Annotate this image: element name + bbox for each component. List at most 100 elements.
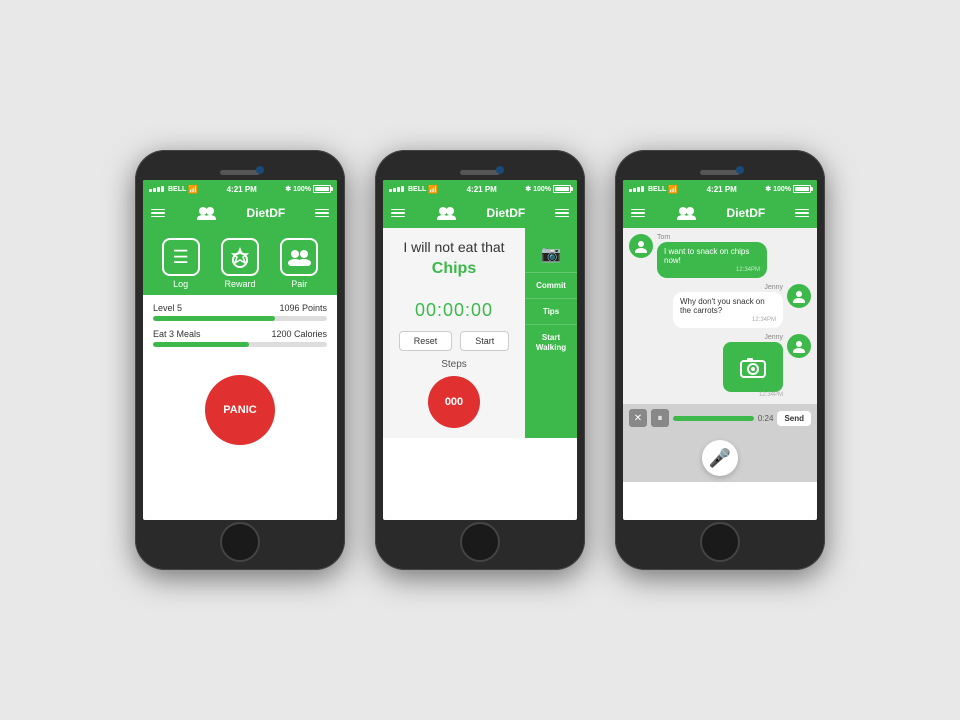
people-icon [675, 206, 697, 220]
battery-icon [793, 185, 811, 193]
panic-button[interactable]: PANIC [205, 375, 275, 445]
tom-message: I want to snack on chips now! [664, 247, 749, 265]
phone-2-nav-bar: DietDF [383, 198, 577, 228]
status-right: ✱ 100% [285, 185, 331, 193]
battery-icon [313, 185, 331, 193]
pair-icon-box [280, 238, 318, 276]
app-title: DietDF [727, 206, 766, 220]
people-icon [195, 206, 217, 220]
hamburger-menu-icon[interactable] [151, 209, 165, 218]
phone-3-screen: BELL 📶 4:21 PM ✱ 100% [623, 180, 817, 520]
hamburger-menu-icon[interactable] [631, 209, 645, 218]
bluetooth-icon: ✱ [525, 185, 531, 193]
stat-meals-label: Eat 3 Meals [153, 329, 201, 339]
stat-calories-label: 1200 Calories [271, 329, 327, 339]
app-title: DietDF [487, 206, 526, 220]
hamburger-menu-right-icon[interactable] [555, 209, 569, 218]
people-icon [435, 206, 457, 220]
reset-button[interactable]: Reset [399, 331, 453, 351]
jenny-avatar-2 [787, 334, 811, 358]
phone-2-main: I will not eat that Chips 00:00:00 Reset… [383, 228, 525, 438]
wifi-icon: 📶 [428, 185, 438, 194]
tom-avatar [629, 234, 653, 258]
chat-recording-time: 0:24 [758, 414, 774, 423]
reward-icon-box [221, 238, 259, 276]
chat-msg-jenny-2: Jenny 12:34PM [629, 334, 811, 398]
log-icon: ☰ [173, 247, 189, 268]
phone-2-sidebar: 📷 Commit Tips StartWalking [525, 228, 577, 438]
phone-1-nav-bar: DietDF [143, 198, 337, 228]
chat-pause-button[interactable]: ⏸ [651, 409, 669, 427]
log-icon-item[interactable]: ☰ Log [162, 238, 200, 289]
phone-2-status-bar: BELL 📶 4:21 PM ✱ 100% [383, 180, 577, 198]
stat-row-meals: Eat 3 Meals 1200 Calories [153, 329, 327, 347]
hamburger-menu-right-icon[interactable] [315, 209, 329, 218]
timer-display: 00:00:00 [415, 300, 493, 321]
stats-section: Level 5 1096 Points Eat 3 Meals 1200 Cal… [143, 295, 337, 463]
status-time: 4:21 PM [467, 185, 497, 194]
phone-1-status-bar: BELL 📶 4:21 PM ✱ 100% [143, 180, 337, 198]
food-item-text: Chips [432, 260, 476, 278]
reward-label: Reward [224, 279, 255, 289]
phone-3-camera [736, 166, 744, 174]
jenny-name-2: Jenny [723, 334, 783, 341]
commitment-prefix-text: I will not eat that [403, 238, 504, 256]
phone-3-chat-content: Tom I want to snack on chips now! 12:34P… [623, 228, 817, 482]
start-button[interactable]: Start [460, 331, 509, 351]
bluetooth-icon: ✱ [765, 185, 771, 193]
phone-2-camera [496, 166, 504, 174]
commit-label: Commit [536, 281, 566, 290]
phone-2-main-content: I will not eat that Chips 00:00:00 Reset… [383, 228, 577, 438]
chat-msg-jenny-1: Jenny Why don't you snack on the carrots… [629, 284, 811, 328]
carrier-label: BELL [408, 186, 426, 193]
sidebar-camera-item[interactable]: 📷 [525, 236, 577, 272]
chat-progress-bar [673, 416, 754, 421]
phone-3-status-bar: BELL 📶 4:21 PM ✱ 100% [623, 180, 817, 198]
log-label: Log [173, 279, 188, 289]
battery-icon [553, 185, 571, 193]
jenny-name-1: Jenny [673, 284, 783, 291]
status-time: 4:21 PM [227, 185, 257, 194]
timer-buttons: Reset Start [399, 331, 510, 351]
chat-send-button[interactable]: Send [777, 411, 811, 426]
sidebar-tips-item[interactable]: Tips [525, 298, 577, 324]
walking-label: StartWalking [536, 333, 566, 352]
stat-row-level: Level 5 1096 Points [153, 303, 327, 321]
stat-level-bar [153, 316, 327, 321]
microphone-button[interactable]: 🎤 [702, 440, 738, 476]
phone-1-icon-grid: ☰ Log Reward [143, 228, 337, 295]
battery-pct: 100% [293, 186, 311, 193]
stat-level-label: Level 5 [153, 303, 182, 313]
chat-cancel-button[interactable]: ✕ [629, 409, 647, 427]
sidebar-commit-item[interactable]: Commit [525, 272, 577, 298]
stat-points-label: 1096 Points [279, 303, 327, 313]
bluetooth-icon: ✱ [285, 185, 291, 193]
battery-pct: 100% [533, 186, 551, 193]
hamburger-menu-icon[interactable] [391, 209, 405, 218]
pair-label: Pair [291, 279, 307, 289]
carrier-label: BELL [168, 186, 186, 193]
panic-area: PANIC [153, 355, 327, 455]
camera-image-icon [739, 355, 767, 379]
chat-messages-area: Tom I want to snack on chips now! 12:34P… [623, 228, 817, 404]
stat-meals-bar [153, 342, 327, 347]
pair-people-icon [286, 248, 312, 266]
phones-container: BELL 📶 4:21 PM ✱ 100% [115, 130, 845, 590]
steps-label: Steps [441, 359, 467, 370]
battery-pct: 100% [773, 186, 791, 193]
chat-msg-tom: Tom I want to snack on chips now! 12:34P… [629, 234, 811, 278]
wifi-icon: 📶 [668, 185, 678, 194]
camera-icon: 📷 [541, 244, 561, 264]
status-time: 4:21 PM [707, 185, 737, 194]
hamburger-menu-right-icon[interactable] [795, 209, 809, 218]
reward-icon-item[interactable]: Reward [221, 238, 259, 289]
sidebar-walking-item[interactable]: StartWalking [525, 324, 577, 360]
chat-input-bar: ✕ ⏸ 0:24 Send [623, 404, 817, 432]
phone-1: BELL 📶 4:21 PM ✱ 100% [135, 150, 345, 570]
wifi-icon: 📶 [188, 185, 198, 194]
jenny-avatar-1 [787, 284, 811, 308]
pair-icon-item[interactable]: Pair [280, 238, 318, 289]
jenny-image-bubble [723, 342, 783, 392]
tips-label: Tips [543, 307, 559, 316]
status-left: BELL 📶 [149, 185, 198, 194]
